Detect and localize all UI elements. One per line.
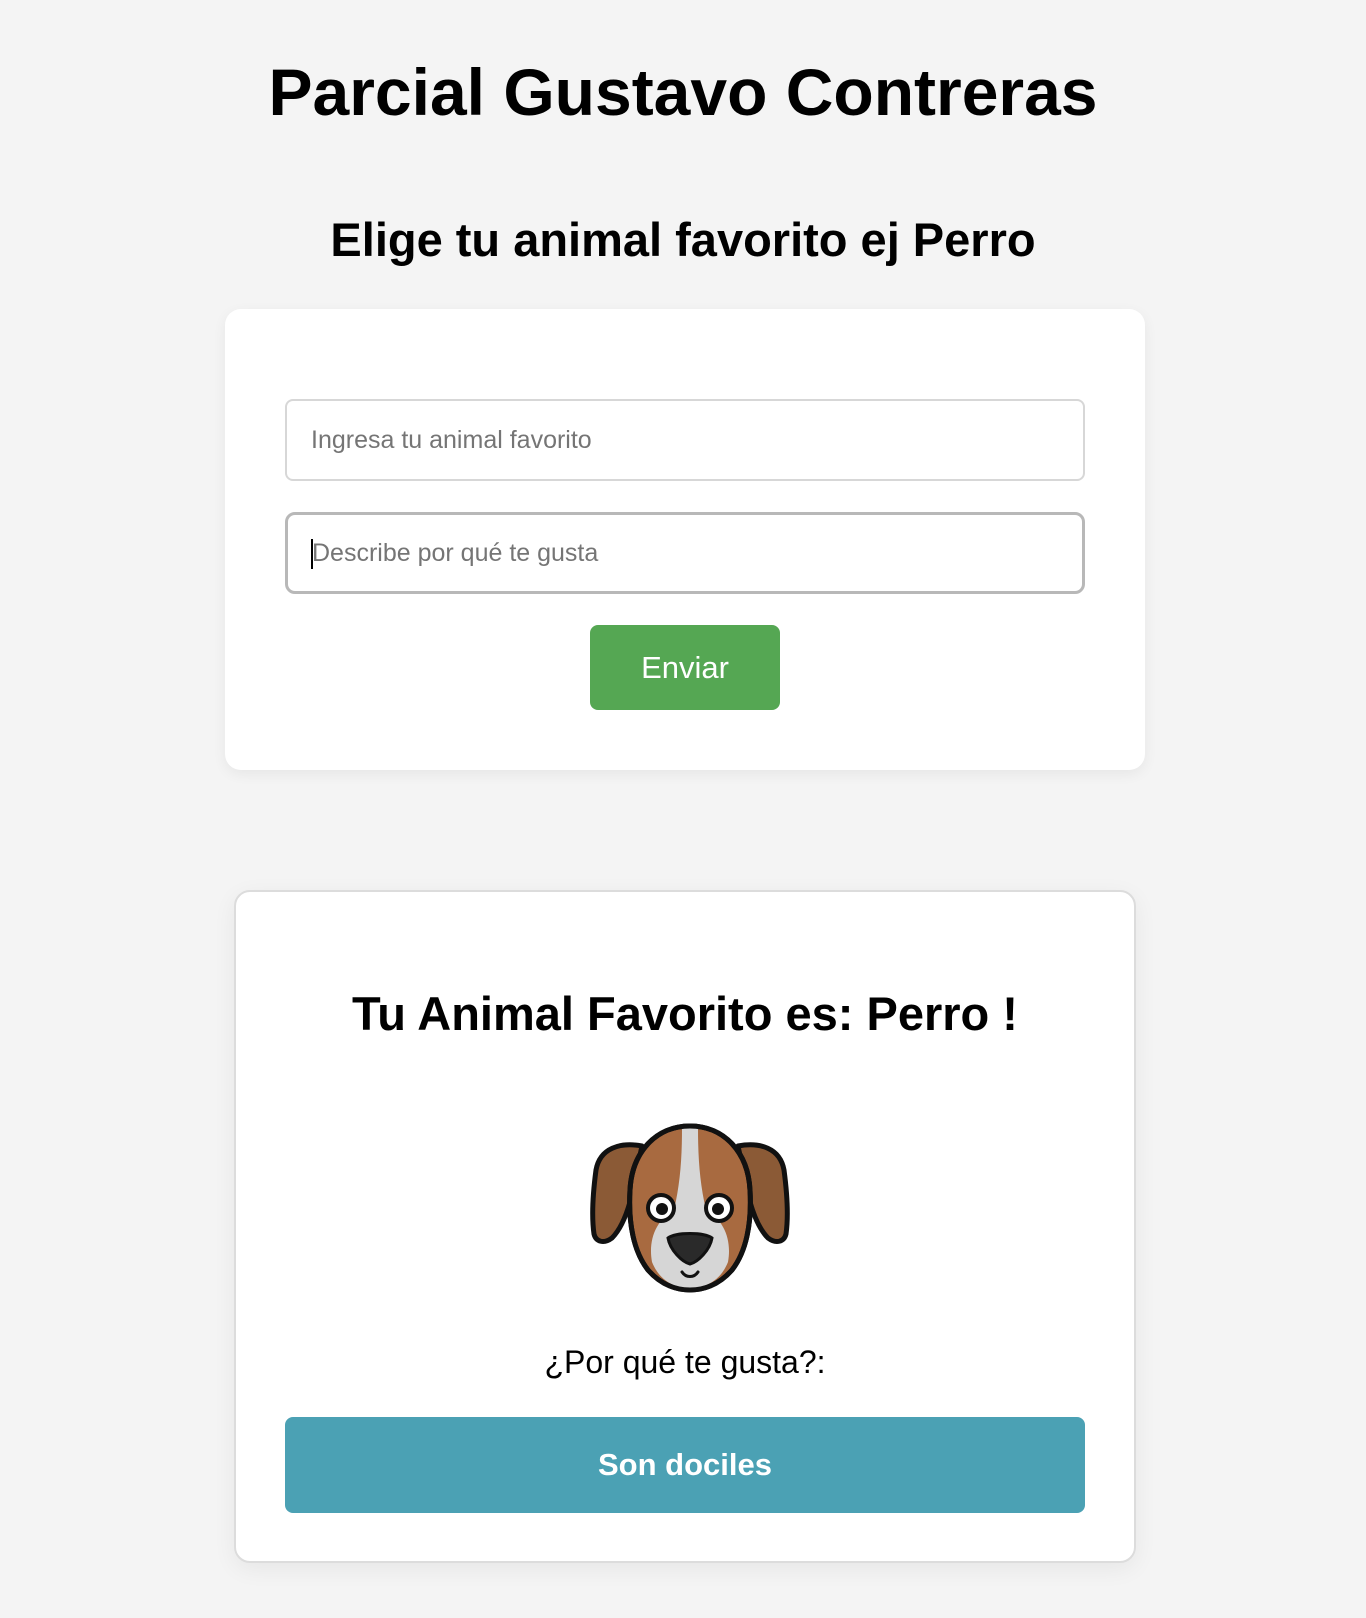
reason-banner: Son dociles [285, 1417, 1085, 1513]
text-cursor [311, 539, 313, 569]
page: Parcial Gustavo Contreras Elige tu anima… [0, 0, 1366, 1618]
form-heading: Elige tu animal favorito ej Perro [330, 213, 1036, 266]
reason-input[interactable] [285, 512, 1085, 594]
page-title: Parcial Gustavo Contreras [268, 55, 1098, 129]
dog-face-icon [590, 1123, 790, 1293]
why-label: ¿Por qué te gusta?: [544, 1344, 826, 1380]
result-card: Tu Animal Favorito es: Perro ! ¿Por qué … [234, 890, 1136, 1563]
favorite-animal-form: Enviar [225, 309, 1145, 770]
submit-button[interactable]: Enviar [590, 625, 780, 710]
result-title: Tu Animal Favorito es: Perro ! [352, 987, 1018, 1040]
animal-input[interactable] [285, 399, 1085, 481]
